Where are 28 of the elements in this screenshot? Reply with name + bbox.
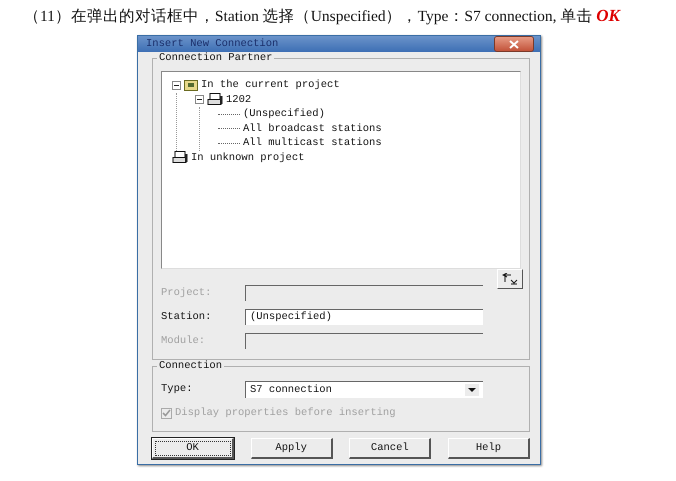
checkbox-label: Display properties before inserting: [175, 407, 396, 419]
dialog-button[interactable]: OK: [152, 438, 234, 459]
dialog-button[interactable]: Apply: [250, 438, 333, 459]
browse-button[interactable]: [497, 269, 523, 289]
window-title: Insert New Connection: [146, 38, 278, 50]
folder-icon: [184, 79, 198, 92]
close-button[interactable]: [494, 36, 534, 52]
collapse-icon[interactable]: [195, 95, 204, 104]
computer-icon: [172, 151, 188, 164]
instruction-text: （11）在弹出的对话框中，Station 选择（Unspecified），Type：S7 connection, 单击 OK: [24, 6, 620, 27]
computer-icon: [207, 93, 223, 106]
close-icon: [509, 40, 519, 48]
tree-item[interactable]: In the current project: [201, 79, 340, 92]
field-label: Station:: [161, 311, 212, 323]
tree-item[interactable]: 1202: [226, 94, 252, 106]
text-field[interactable]: (Unspecified): [245, 309, 483, 325]
arrow-icon: [502, 273, 518, 285]
field-label: Project:: [161, 287, 212, 299]
field-label: Type:: [161, 383, 194, 395]
type-dropdown[interactable]: S7 connection: [245, 380, 483, 398]
tree-item[interactable]: All broadcast stations: [243, 122, 382, 135]
collapse-icon[interactable]: [172, 80, 181, 90]
tree-item[interactable]: In unknown project: [191, 152, 304, 164]
field-label: Module:: [161, 335, 206, 347]
tree-item[interactable]: All multicast stations: [243, 137, 382, 150]
dialog-button[interactable]: Cancel: [349, 438, 432, 459]
tree-item[interactable]: (Unspecified): [243, 108, 325, 120]
dialog-button[interactable]: Help: [448, 438, 530, 459]
